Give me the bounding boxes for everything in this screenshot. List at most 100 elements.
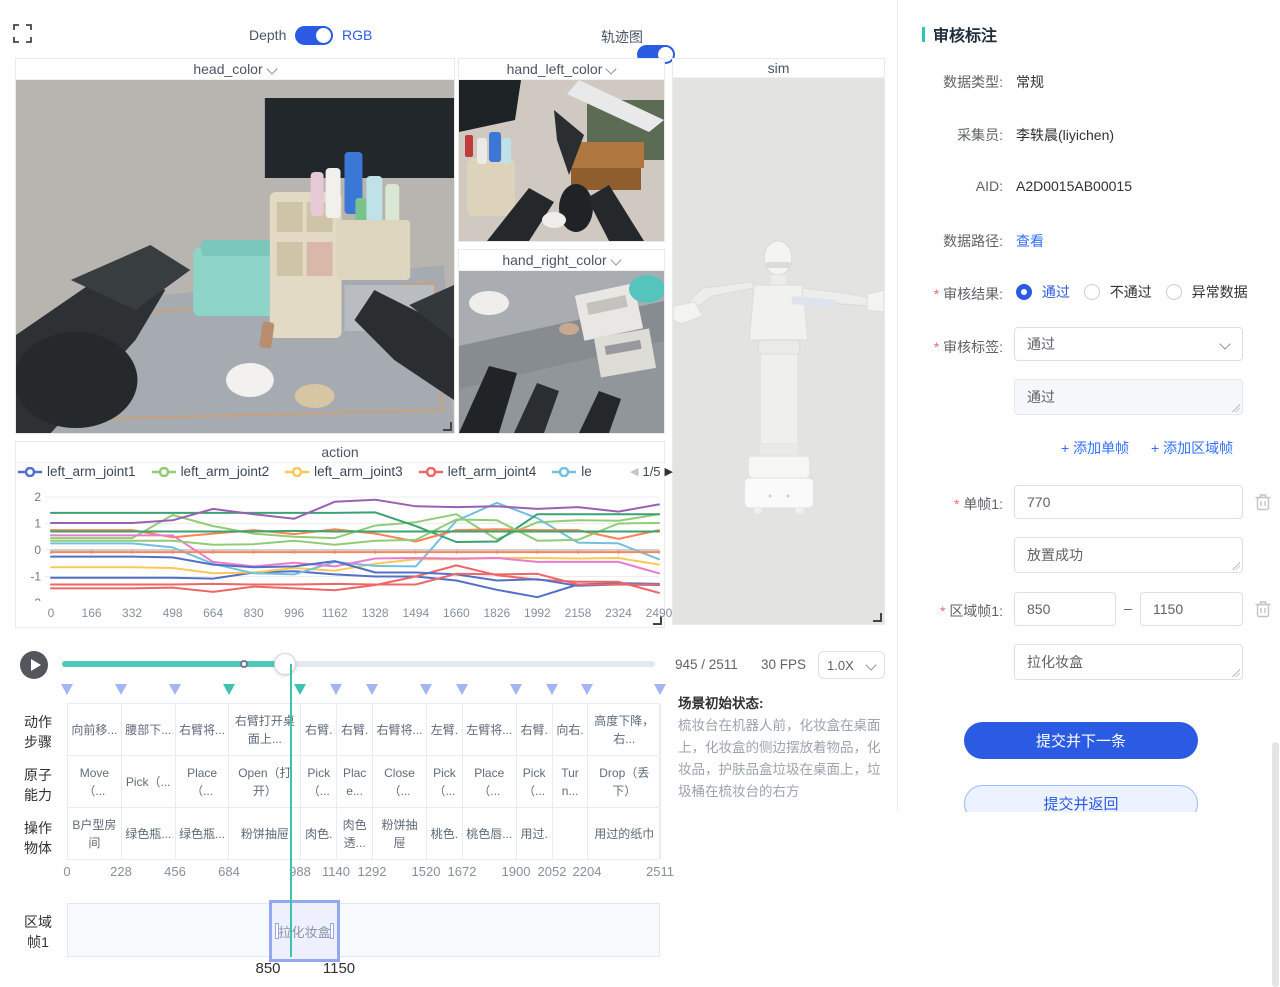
hand-right-color-title[interactable]: hand_right_color [459,250,664,271]
region-frame-track[interactable]: 拉化妆盒 [67,903,660,957]
step-cell[interactable]: 高度下降，右... [589,704,662,755]
radio-icon[interactable] [1166,284,1182,300]
step-cell[interactable]: 用过. [517,808,553,859]
step-cell[interactable]: B户型房间 [68,808,122,859]
add-region-frame-link[interactable]: + 添加区域帧 [1151,438,1233,458]
single-frame-input[interactable]: 770 [1014,485,1243,519]
depth-rgb-toggle[interactable] [295,26,333,45]
step-cell[interactable]: 右臂将... [373,704,427,755]
single-frame-marker-dot[interactable] [240,660,248,668]
textarea-resize-handle[interactable] [1232,562,1240,570]
hand-left-color-title[interactable]: hand_left_color [459,59,664,80]
step-boundary-marker[interactable] [169,684,181,695]
scrollbar[interactable] [1272,742,1279,987]
textarea-resize-handle[interactable] [1232,404,1240,412]
segment-right-handle[interactable] [330,923,334,939]
add-single-frame-link[interactable]: + 添加单帧 [1061,438,1129,458]
step-boundary-marker[interactable] [366,684,378,695]
step-cell[interactable]: Drop（丢下） [589,756,662,807]
legend-item[interactable]: left_arm_joint2 [152,464,270,479]
legend-prev-icon[interactable]: ◀ [630,465,638,478]
step-cell[interactable]: Close（... [373,756,427,807]
step-cell[interactable]: 右臂. [337,704,373,755]
step-boundary-marker[interactable] [294,684,306,695]
review-tag-select[interactable]: 通过 [1014,327,1243,361]
step-cell[interactable]: 绿色瓶... [176,808,230,859]
resize-corner-icon[interactable] [443,422,452,431]
step-cell[interactable]: 腰部下... [122,704,176,755]
step-cell[interactable]: Pick（... [517,756,553,807]
head-color-title[interactable]: head_color [16,59,454,80]
step-boundary-marker[interactable] [546,684,558,695]
step-cell[interactable]: 桃色唇... [463,808,517,859]
progress-handle[interactable] [274,653,296,675]
step-cell[interactable]: 左臂. [427,704,463,755]
review-result-option[interactable]: 异常数据 [1166,284,1248,300]
review-result-option[interactable]: 不通过 [1084,284,1152,300]
step-cell[interactable] [553,808,589,859]
radio-icon[interactable] [1016,284,1032,300]
segment-left-handle[interactable] [275,923,279,939]
step-cell[interactable]: 肉色透... [337,808,373,859]
review-result-option[interactable]: 通过 [1016,284,1070,300]
step-boundary-marker[interactable] [223,684,235,695]
delete-region-frame-icon[interactable] [1255,600,1271,618]
region-frame-end-input[interactable]: 1150 [1140,592,1243,626]
step-cell[interactable]: 左臂将... [463,704,517,755]
legend-item[interactable]: left_arm_joint4 [419,464,537,479]
step-boundary-marker[interactable] [456,684,468,695]
step-cell[interactable]: Move（... [68,756,122,807]
resize-corner-icon[interactable] [873,613,882,622]
region-frame-desc-textarea[interactable]: 拉化妆盒 [1014,644,1243,680]
step-boundary-marker[interactable] [61,684,73,695]
sim-image[interactable] [673,78,884,624]
step-cell[interactable]: 右臂. [517,704,553,755]
hand-right-color-panel: hand_right_color [458,249,665,434]
step-boundary-marker[interactable] [581,684,593,695]
radio-icon[interactable] [1084,284,1100,300]
step-cell[interactable]: Place（... [463,756,517,807]
submit-return-button[interactable]: 提交并返回 [964,785,1198,812]
fullscreen-icon[interactable] [13,24,32,43]
step-cell[interactable]: 肉色. [301,808,337,859]
step-cell[interactable]: 右臂将... [176,704,230,755]
step-cell[interactable]: 绿色瓶... [122,808,176,859]
textarea-resize-handle[interactable] [1232,669,1240,677]
speed-select[interactable]: 1.0X [818,651,885,679]
review-tag-note-textarea[interactable]: 通过 [1014,379,1243,415]
legend-item[interactable]: le [552,464,592,479]
step-cell-text: 桃色唇... [466,825,512,843]
region-frame-start-input[interactable]: 850 [1014,592,1116,626]
step-cell[interactable]: Turn... [553,756,589,807]
legend-item[interactable]: left_arm_joint1 [18,464,136,479]
step-boundary-marker[interactable] [654,684,666,695]
single-frame-desc-textarea[interactable]: 放置成功 [1014,537,1243,573]
step-cell[interactable]: Pick（... [427,756,463,807]
step-cell[interactable]: 粉饼抽屉 [373,808,427,859]
play-button[interactable] [20,651,48,679]
submit-next-button[interactable]: 提交并下一条 [964,722,1198,759]
legend-item[interactable]: left_arm_joint3 [285,464,403,479]
step-boundary-marker[interactable] [510,684,522,695]
step-cell[interactable]: 右臂. [301,704,337,755]
step-cell[interactable]: Pick（... [122,756,176,807]
step-cell[interactable]: Place（... [176,756,230,807]
data-path-view-link[interactable]: 查看 [1016,231,1044,251]
step-boundary-marker[interactable] [115,684,127,695]
step-cell[interactable]: 用过的纸巾 [589,808,662,859]
step-cell[interactable]: 向右. [553,704,589,755]
step-cell[interactable]: Pick（... [301,756,337,807]
delete-single-frame-icon[interactable] [1255,493,1271,511]
legend-next-icon[interactable]: ▶ [665,465,673,478]
step-cell[interactable]: 桃色. [427,808,463,859]
step-cell-text: 右臂. [341,721,368,739]
step-boundary-marker[interactable] [420,684,432,695]
step-cell[interactable]: Place... [337,756,373,807]
step-boundary-marker[interactable] [330,684,342,695]
step-cell[interactable]: 向前移... [68,704,122,755]
progress-slider[interactable] [62,661,655,667]
region-frame-segment[interactable]: 拉化妆盒 [269,900,340,962]
playhead-line[interactable] [290,664,292,957]
action-chart[interactable]: 210-1-2 [15,486,664,601]
svg-text:1: 1 [34,517,41,531]
